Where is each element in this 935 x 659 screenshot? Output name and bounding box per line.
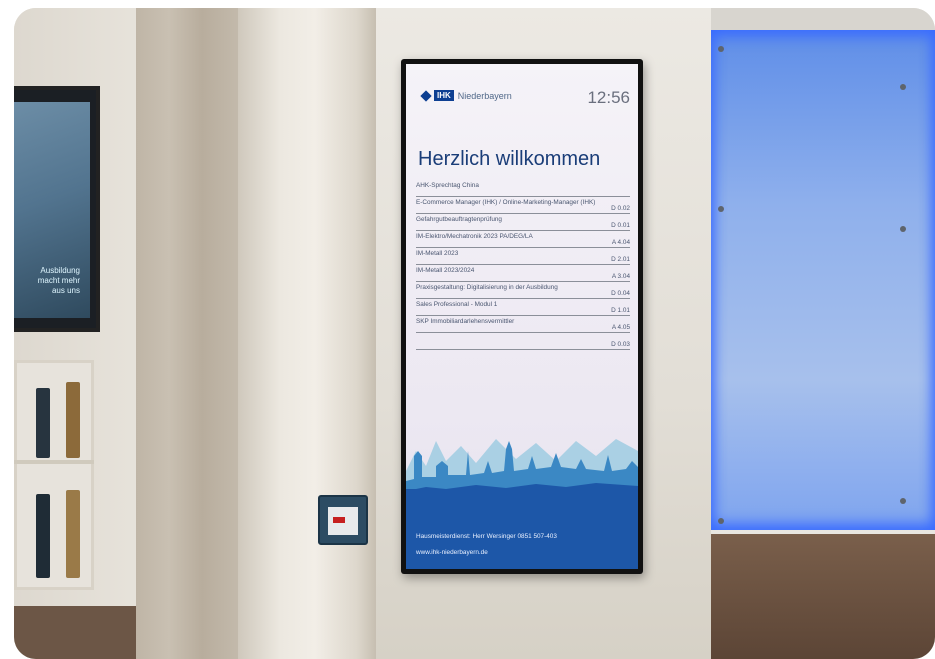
event-room: D 0.01 xyxy=(611,222,630,229)
blue-glass-wall xyxy=(711,30,935,530)
event-row: D 0.03 xyxy=(416,333,630,350)
event-row: IM-Elektro/Mechatronik 2023 PA/DEG/LA A 4… xyxy=(416,231,630,248)
event-name: IM-Elektro/Mechatronik 2023 PA/DEG/LA xyxy=(416,233,533,240)
city-skyline-graphic xyxy=(406,439,638,501)
event-list: AHK-Sprechtag China E-Commerce Manager (… xyxy=(416,180,630,350)
marble-column xyxy=(136,8,246,659)
event-room: A 4.05 xyxy=(611,324,630,331)
alarm-button xyxy=(333,517,345,523)
welcome-heading: Herzlich willkommen xyxy=(418,148,601,170)
event-name: Praxisgestaltung: Digitalisierung in der… xyxy=(416,284,558,291)
wall-alarm-box xyxy=(318,495,368,545)
ceiling-strip xyxy=(711,8,935,32)
signage-screen: IHK Niederbayern 12:56 Herzlich willkomm… xyxy=(406,64,638,569)
caretaker-contact: Hausmeisterdienst: Herr Wersinger 0851 5… xyxy=(416,533,557,540)
glass-mount xyxy=(718,518,724,524)
event-row: IM-Metall 2023/2024 A 3.04 xyxy=(416,265,630,282)
event-name: IM-Metall 2023 xyxy=(416,250,459,257)
brochure xyxy=(36,388,50,458)
reception-counter xyxy=(711,534,935,659)
brochure xyxy=(36,494,50,578)
tv-line-1: Ausbildung xyxy=(40,266,80,275)
logo-diamond-icon xyxy=(420,89,432,102)
digital-signage-display: IHK Niederbayern 12:56 Herzlich willkomm… xyxy=(401,59,643,574)
event-row: Praxisgestaltung: Digitalisierung in der… xyxy=(416,282,630,299)
brochure xyxy=(66,382,80,458)
shelf-divider xyxy=(14,460,94,464)
event-room: D 2.01 xyxy=(611,256,630,263)
event-room: A 4.04 xyxy=(611,239,630,246)
event-row: Sales Professional - Modul 1 D 1.01 xyxy=(416,299,630,316)
event-name: SKP Immobiliardarlehensvermittler xyxy=(416,318,515,325)
event-name: AHK-Sprechtag China xyxy=(416,182,479,189)
website-url: www.ihk-niederbayern.de xyxy=(416,549,488,556)
wood-panel xyxy=(14,606,154,659)
event-room: A 3.04 xyxy=(611,273,630,280)
event-row: SKP Immobiliardarlehensvermittler A 4.05 xyxy=(416,316,630,333)
event-name: Sales Professional - Modul 1 xyxy=(416,301,498,308)
event-room: D 0.03 xyxy=(611,341,630,348)
event-row: Gefahrgutbeauftragtenprüfung D 0.01 xyxy=(416,214,630,231)
event-name: E-Commerce Manager (IHK) / Online-Market… xyxy=(416,199,596,206)
photo-scene: Ausbildung macht mehr aus uns IHK Nieder… xyxy=(14,8,935,659)
ihk-logo: IHK Niederbayern xyxy=(420,89,512,102)
event-row: AHK-Sprechtag China xyxy=(416,180,630,197)
brochure xyxy=(66,490,80,578)
tv-line-2: macht mehr xyxy=(37,276,80,285)
event-name: IM-Metall 2023/2024 xyxy=(416,267,475,274)
glass-mount xyxy=(900,226,906,232)
event-name: Gefahrgutbeauftragtenprüfung xyxy=(416,216,502,223)
glass-mount xyxy=(718,206,724,212)
left-tv: Ausbildung macht mehr aus uns xyxy=(14,86,100,332)
round-pillar xyxy=(238,8,378,659)
signage-footer: Hausmeisterdienst: Herr Wersinger 0851 5… xyxy=(406,489,638,569)
brochure-shelves xyxy=(14,360,94,590)
logo-badge: IHK xyxy=(434,90,454,101)
logo-name: Niederbayern xyxy=(457,90,512,101)
glass-mount xyxy=(900,84,906,90)
event-row: E-Commerce Manager (IHK) / Online-Market… xyxy=(416,197,630,214)
event-room: D 0.02 xyxy=(611,205,630,212)
clock: 12:56 xyxy=(587,88,630,107)
glass-mount xyxy=(718,46,724,52)
left-tv-text: Ausbildung macht mehr aus uns xyxy=(38,266,80,296)
tv-line-3: aus uns xyxy=(51,286,80,295)
event-room: D 0.04 xyxy=(611,290,630,297)
event-room: D 1.01 xyxy=(611,307,630,314)
left-tv-screen: Ausbildung macht mehr aus uns xyxy=(14,102,90,318)
event-row: IM-Metall 2023 D 2.01 xyxy=(416,248,630,265)
glass-mount xyxy=(900,498,906,504)
